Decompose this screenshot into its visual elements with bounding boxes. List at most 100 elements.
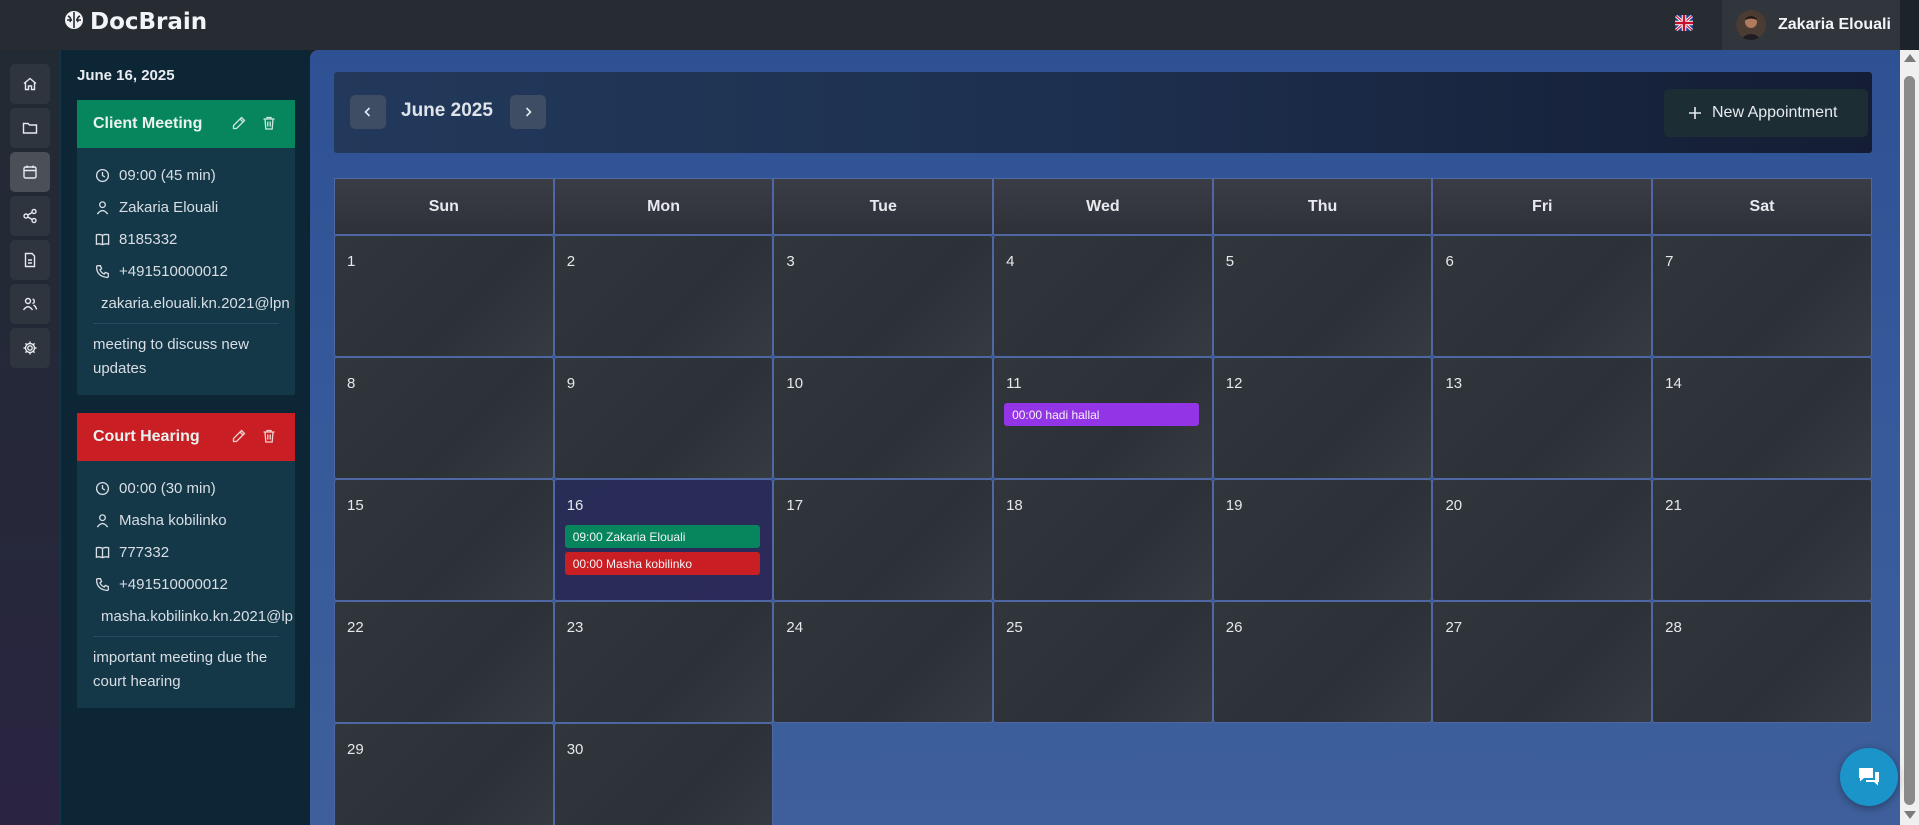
- gear-icon: [23, 341, 37, 355]
- calendar-day-cell[interactable]: 29: [334, 723, 554, 825]
- calendar-day-cell[interactable]: 19: [1212, 479, 1433, 601]
- appointment-card-header: Client Meeting: [77, 100, 295, 148]
- day-number: 15: [347, 497, 364, 514]
- calendar-day-cell[interactable]: 18: [993, 479, 1213, 601]
- scroll-up-arrow-icon[interactable]: [1904, 54, 1916, 62]
- calendar-day-cell[interactable]: 24: [773, 601, 994, 723]
- calendar-day-cell[interactable]: 14: [1652, 357, 1872, 479]
- calendar-day-cell[interactable]: 7: [1652, 235, 1872, 357]
- uk-flag-icon[interactable]: [1675, 15, 1693, 31]
- calendar-day-cell[interactable]: 6: [1432, 235, 1653, 357]
- calendar-day-cell[interactable]: 22: [334, 601, 554, 723]
- appointment-phone: +491510000012: [77, 255, 295, 287]
- prev-month-button[interactable]: [350, 95, 386, 129]
- calendar-event[interactable]: 00:00 Masha kobilinko: [564, 552, 760, 575]
- week-row: 29 30: [334, 723, 1872, 825]
- day-number: 6: [1445, 253, 1454, 270]
- day-number: 10: [786, 375, 804, 392]
- calendar-day-cell[interactable]: 4: [993, 235, 1213, 357]
- app-logo[interactable]: DocBrain: [64, 9, 207, 35]
- appointment-person: Masha kobilinko: [77, 504, 295, 536]
- calendar-event[interactable]: 00:00 hadi hallal: [1004, 403, 1200, 426]
- calendar-day-cell[interactable]: 27: [1432, 601, 1653, 723]
- day-number: 25: [1006, 619, 1023, 636]
- sidebar-item-home[interactable]: [10, 64, 50, 104]
- day-number: 7: [1665, 253, 1674, 270]
- appointment-card[interactable]: Client Meeting 09:00 (45 min) Zakaria El…: [77, 100, 295, 395]
- empty-cell: [773, 723, 993, 825]
- book-icon: [93, 545, 111, 560]
- day-number: 1: [347, 253, 356, 270]
- calendar-day-cell[interactable]: 11 00:00 hadi hallal: [993, 357, 1213, 479]
- delete-icon[interactable]: [261, 115, 277, 131]
- calendar-day-cell[interactable]: 2: [553, 235, 774, 357]
- share-icon: [23, 208, 37, 224]
- sidebar-item-share[interactable]: [10, 196, 50, 236]
- weekday-header: Wed: [993, 178, 1213, 235]
- user-menu[interactable]: Zakaria Elouali: [1722, 0, 1900, 50]
- sidebar-item-settings[interactable]: [10, 328, 50, 368]
- calendar-day-cell[interactable]: 3: [773, 235, 994, 357]
- empty-cell: [1652, 723, 1872, 825]
- weekday-header: Thu: [1212, 178, 1433, 235]
- calendar-day-cell[interactable]: 8: [334, 357, 554, 479]
- calendar-event[interactable]: 09:00 Zakaria Elouali: [564, 525, 760, 548]
- edit-icon[interactable]: [231, 428, 247, 444]
- calendar-day-cell[interactable]: 20: [1432, 479, 1653, 601]
- chat-button[interactable]: [1840, 748, 1898, 806]
- scroll-down-arrow-icon[interactable]: [1904, 811, 1916, 819]
- sidebar-item-files[interactable]: [10, 240, 50, 280]
- day-number: 30: [566, 741, 584, 758]
- calendar-day-cell[interactable]: 1: [334, 235, 554, 357]
- calendar-main: June 2025 New Appointment Sun Mon Tue We…: [310, 50, 1900, 825]
- month-header: June 2025 New Appointment: [334, 72, 1872, 153]
- scroll-thumb[interactable]: [1904, 76, 1915, 805]
- calendar-day-cell[interactable]: 21: [1652, 479, 1872, 601]
- calendar-day-cell[interactable]: 9: [553, 357, 774, 479]
- chevron-right-icon: [525, 107, 532, 117]
- calendar-day-cell[interactable]: 17: [773, 479, 994, 601]
- sidebar-item-calendar[interactable]: [10, 152, 50, 192]
- folder-icon: [22, 122, 38, 134]
- page-scrollbar[interactable]: [1900, 50, 1919, 825]
- calendar-day-cell[interactable]: 5: [1212, 235, 1433, 357]
- calendar-day-cell[interactable]: 13: [1432, 357, 1653, 479]
- calendar-day-cell[interactable]: 15: [334, 479, 554, 601]
- calendar-day-cell[interactable]: 10: [773, 357, 994, 479]
- day-number: 4: [1006, 253, 1015, 270]
- new-appointment-label: New Appointment: [1712, 104, 1838, 121]
- calendar-day-cell[interactable]: 12: [1212, 357, 1433, 479]
- chevron-left-icon: [364, 107, 371, 117]
- appointment-title: Client Meeting: [93, 115, 203, 132]
- calendar-icon: [23, 165, 37, 179]
- edit-icon[interactable]: [231, 115, 247, 131]
- week-row: 8 9 10 11 00:00 hadi hallal 12 13 14: [334, 357, 1872, 479]
- next-month-button[interactable]: [510, 95, 546, 129]
- appointment-case-number: 777332: [77, 536, 295, 568]
- weekday-header: Mon: [553, 178, 774, 235]
- day-number: 16: [566, 497, 584, 514]
- delete-icon[interactable]: [261, 428, 277, 444]
- sidebar-item-clients[interactable]: [10, 284, 50, 324]
- calendar-day-cell[interactable]: 25: [993, 601, 1213, 723]
- users-icon: [22, 297, 38, 311]
- new-appointment-button[interactable]: New Appointment: [1664, 89, 1868, 137]
- book-icon: [93, 232, 111, 247]
- day-number: 23: [566, 619, 584, 636]
- calendar-day-cell[interactable]: 26: [1212, 601, 1433, 723]
- phone-icon: [93, 264, 111, 279]
- calendar-day-cell[interactable]: 28: [1652, 601, 1872, 723]
- sidebar-item-documents[interactable]: [10, 108, 50, 148]
- appointment-card[interactable]: Court Hearing 00:00 (30 min) Masha kobil…: [77, 413, 295, 708]
- empty-cell: [1213, 723, 1433, 825]
- calendar-day-cell[interactable]: 30: [553, 723, 774, 825]
- weekday-header: Sat: [1652, 178, 1872, 235]
- month-grid: Sun Mon Tue Wed Thu Fri Sat 1 2 3 4 5 6 7 8 9 10 1…: [334, 178, 1872, 825]
- day-number: 9: [566, 375, 576, 392]
- day-number: 24: [786, 619, 804, 636]
- appointment-email[interactable]: masha.kobilinko.kn.2021@lp: [77, 600, 295, 632]
- calendar-day-cell[interactable]: 16 09:00 Zakaria Elouali 00:00 Masha kobil…: [553, 479, 774, 601]
- home-icon: [23, 77, 37, 91]
- appointment-email[interactable]: zakaria.elouali.kn.2021@lpn: [77, 287, 295, 319]
- calendar-day-cell[interactable]: 23: [553, 601, 774, 723]
